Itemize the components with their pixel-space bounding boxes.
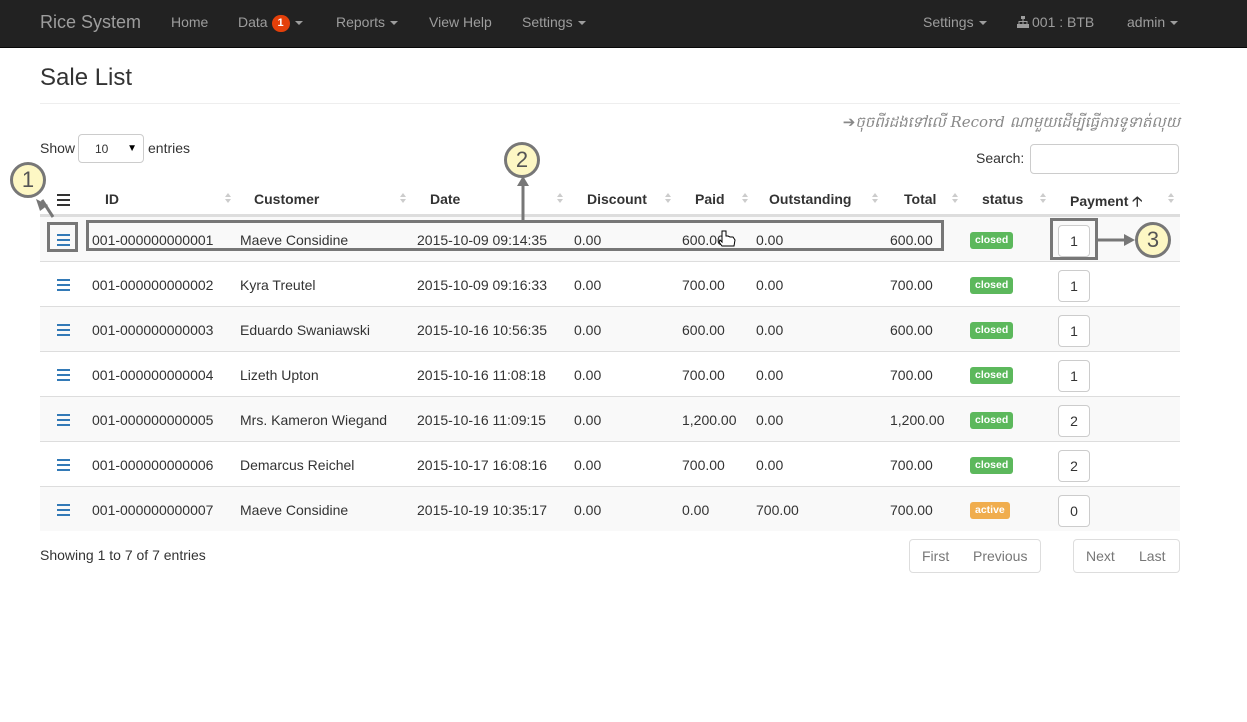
callout-1: 1 <box>10 162 46 198</box>
hand-cursor-icon <box>718 230 736 247</box>
annotation-arrows <box>36 176 1135 247</box>
callout-3: 3 <box>1135 222 1171 258</box>
callout-2: 2 <box>504 142 540 178</box>
